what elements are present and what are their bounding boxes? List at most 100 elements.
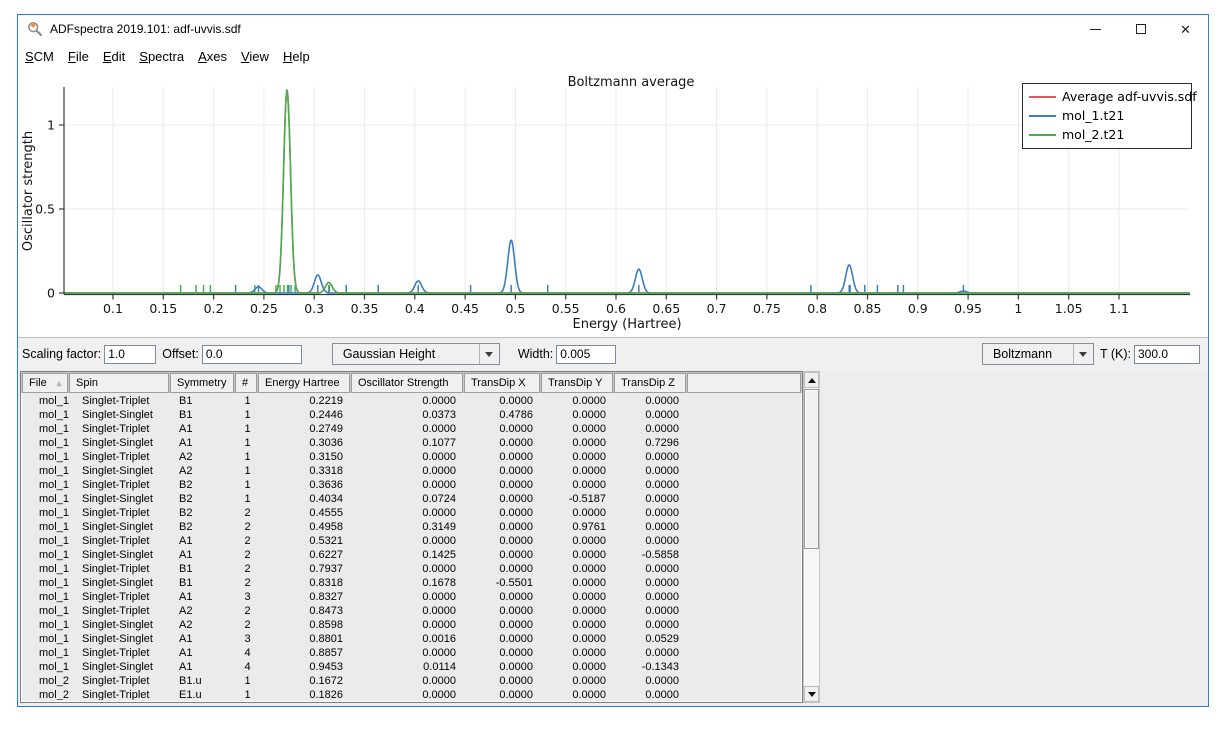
cell-energy-hartree: 0.8857 [259, 646, 352, 660]
cell-transdip-x: 0.0000 [465, 646, 542, 660]
menu-spectra[interactable]: Spectra [132, 45, 191, 68]
svg-text:0.25: 0.25 [250, 301, 278, 316]
lineshape-combobox[interactable]: Gaussian Height [332, 343, 500, 365]
cell-oscillator-strength: 0.1678 [352, 576, 465, 590]
menu-file[interactable]: File [61, 45, 96, 68]
table-row[interactable]: mol_1Singlet-SingletB220.49580.31490.000… [23, 520, 800, 534]
svg-text:0.9: 0.9 [908, 301, 928, 316]
legend-label: Average adf-uvvis.sdf [1062, 89, 1197, 104]
cell-transdip-y: 0.0000 [542, 506, 615, 520]
table-row[interactable]: mol_1Singlet-TripletB220.45550.00000.000… [23, 506, 800, 520]
table-row[interactable]: mol_1Singlet-SingletA220.85980.00000.000… [23, 618, 800, 632]
column-header-transdip-y[interactable]: TransDip Y [541, 373, 613, 393]
cell-transdip-x: 0.0000 [465, 688, 542, 700]
average-mode-combobox[interactable]: Boltzmann [982, 343, 1094, 365]
cell-transdip-y: 0.0000 [542, 464, 615, 478]
minimize-button[interactable] [1073, 15, 1118, 43]
column-header-label: File [29, 377, 47, 389]
table-row[interactable]: mol_1Singlet-SingletB210.40340.07240.000… [23, 492, 800, 506]
cell-symmetry: A2 [171, 464, 236, 478]
scrollbar-thumb[interactable] [804, 389, 819, 549]
cell-oscillator-strength: 0.0000 [352, 422, 465, 436]
column-header-file[interactable]: File▲ [22, 373, 68, 393]
table-row[interactable]: mol_2Singlet-TripletE1.u10.18260.00000.0… [23, 688, 800, 700]
table-row[interactable]: mol_1Singlet-TripletA110.27490.00000.000… [23, 422, 800, 436]
svg-text:0.45: 0.45 [451, 301, 479, 316]
column-header--[interactable]: # [235, 373, 257, 393]
scrollbar-down-button[interactable] [804, 686, 819, 702]
cell-file: mol_1 [23, 394, 70, 408]
cell-transdip-y: 0.0000 [542, 674, 615, 688]
menu-view[interactable]: View [234, 45, 276, 68]
table-row[interactable]: mol_1Singlet-TripletA220.84730.00000.000… [23, 604, 800, 618]
cell-transdip-z: 0.0000 [615, 674, 688, 688]
table-row[interactable]: mol_1Singlet-SingletB110.24460.03730.478… [23, 408, 800, 422]
chevron-down-icon [1073, 344, 1093, 364]
cell-transdip-x: 0.0000 [465, 492, 542, 506]
cell-transdip-y: -0.5187 [542, 492, 615, 506]
column-header-spin[interactable]: Spin [69, 373, 169, 393]
cell-transdip-y: 0.0000 [542, 604, 615, 618]
cell-symmetry: A1 [171, 660, 236, 674]
offset-input[interactable] [202, 345, 302, 364]
scaling-factor-input[interactable] [104, 345, 156, 364]
table-row[interactable]: mol_1Singlet-TripletB110.22190.00000.000… [23, 394, 800, 408]
temperature-input[interactable] [1134, 345, 1200, 364]
legend-line-swatch [1029, 134, 1056, 136]
cell-spin: Singlet-Triplet [70, 506, 171, 520]
table-row[interactable]: mol_1Singlet-TripletB120.79370.00000.000… [23, 562, 800, 576]
menu-axes[interactable]: Axes [191, 45, 234, 68]
table-row[interactable]: mol_1Singlet-TripletA130.83270.00000.000… [23, 590, 800, 604]
vertical-scrollbar[interactable] [803, 371, 820, 703]
cell-oscillator-strength: 0.1077 [352, 436, 465, 450]
cell-oscillator-strength: 0.0000 [352, 534, 465, 548]
cell-file: mol_1 [23, 548, 70, 562]
menu-edit[interactable]: Edit [96, 45, 132, 68]
cell-transdip-y: 0.0000 [542, 408, 615, 422]
svg-text:0.95: 0.95 [954, 301, 982, 316]
svg-text:1: 1 [47, 118, 55, 133]
table-row[interactable]: mol_1Singlet-TripletB210.36360.00000.000… [23, 478, 800, 492]
legend-label: mol_1.t21 [1062, 108, 1124, 123]
cell-file: mol_1 [23, 618, 70, 632]
table-row[interactable]: mol_1Singlet-SingletA110.30360.10770.000… [23, 436, 800, 450]
cell-spin: Singlet-Singlet [70, 576, 171, 590]
menu-scm[interactable]: SCM [18, 45, 61, 68]
table-row[interactable]: mol_1Singlet-SingletA140.94530.01140.000… [23, 660, 800, 674]
close-button[interactable]: ✕ [1163, 15, 1208, 43]
table-row[interactable]: mol_1Singlet-TripletA140.88570.00000.000… [23, 646, 800, 660]
cell-transdip-y: 0.0000 [542, 548, 615, 562]
column-header-label: Symmetry [177, 377, 227, 389]
column-header-energy-hartree[interactable]: Energy Hartree [258, 373, 350, 393]
cell--: 1 [236, 450, 259, 464]
column-header-label: Spin [76, 377, 98, 389]
cell-transdip-y: 0.0000 [542, 576, 615, 590]
table-row[interactable]: mol_2Singlet-TripletB1.u10.16720.00000.0… [23, 674, 800, 688]
maximize-button[interactable] [1118, 15, 1163, 43]
cell-file: mol_1 [23, 660, 70, 674]
cell-energy-hartree: 0.3036 [259, 436, 352, 450]
table-row[interactable]: mol_1Singlet-SingletA130.88010.00160.000… [23, 632, 800, 646]
temperature-label: T (K): [1100, 347, 1131, 361]
table-row[interactable]: mol_1Singlet-TripletA120.53210.00000.000… [23, 534, 800, 548]
cell-transdip-z: 0.0000 [615, 464, 688, 478]
column-header-oscillator-strength[interactable]: Oscillator Strength [351, 373, 463, 393]
table-row[interactable]: mol_1Singlet-SingletB120.83180.1678-0.55… [23, 576, 800, 590]
width-input[interactable] [556, 345, 616, 364]
cell--: 1 [236, 408, 259, 422]
column-header-transdip-x[interactable]: TransDip X [464, 373, 540, 393]
column-header-transdip-z[interactable]: TransDip Z [614, 373, 686, 393]
average-mode-selected-value: Boltzmann [983, 347, 1073, 361]
cell-oscillator-strength: 0.0000 [352, 688, 465, 700]
svg-text:0.5: 0.5 [505, 301, 525, 316]
cell--: 1 [236, 674, 259, 688]
cell-transdip-x: 0.0000 [465, 548, 542, 562]
menu-help[interactable]: Help [276, 45, 317, 68]
table-row[interactable]: mol_1Singlet-SingletA120.62270.14250.000… [23, 548, 800, 562]
arrow-down-icon [808, 692, 816, 697]
table-row[interactable]: mol_1Singlet-TripletA210.31500.00000.000… [23, 450, 800, 464]
column-header-symmetry[interactable]: Symmetry [170, 373, 234, 393]
table-row[interactable]: mol_1Singlet-SingletA210.33180.00000.000… [23, 464, 800, 478]
y-tick-labels: 00.51 [35, 118, 55, 301]
scrollbar-up-button[interactable] [804, 372, 819, 388]
